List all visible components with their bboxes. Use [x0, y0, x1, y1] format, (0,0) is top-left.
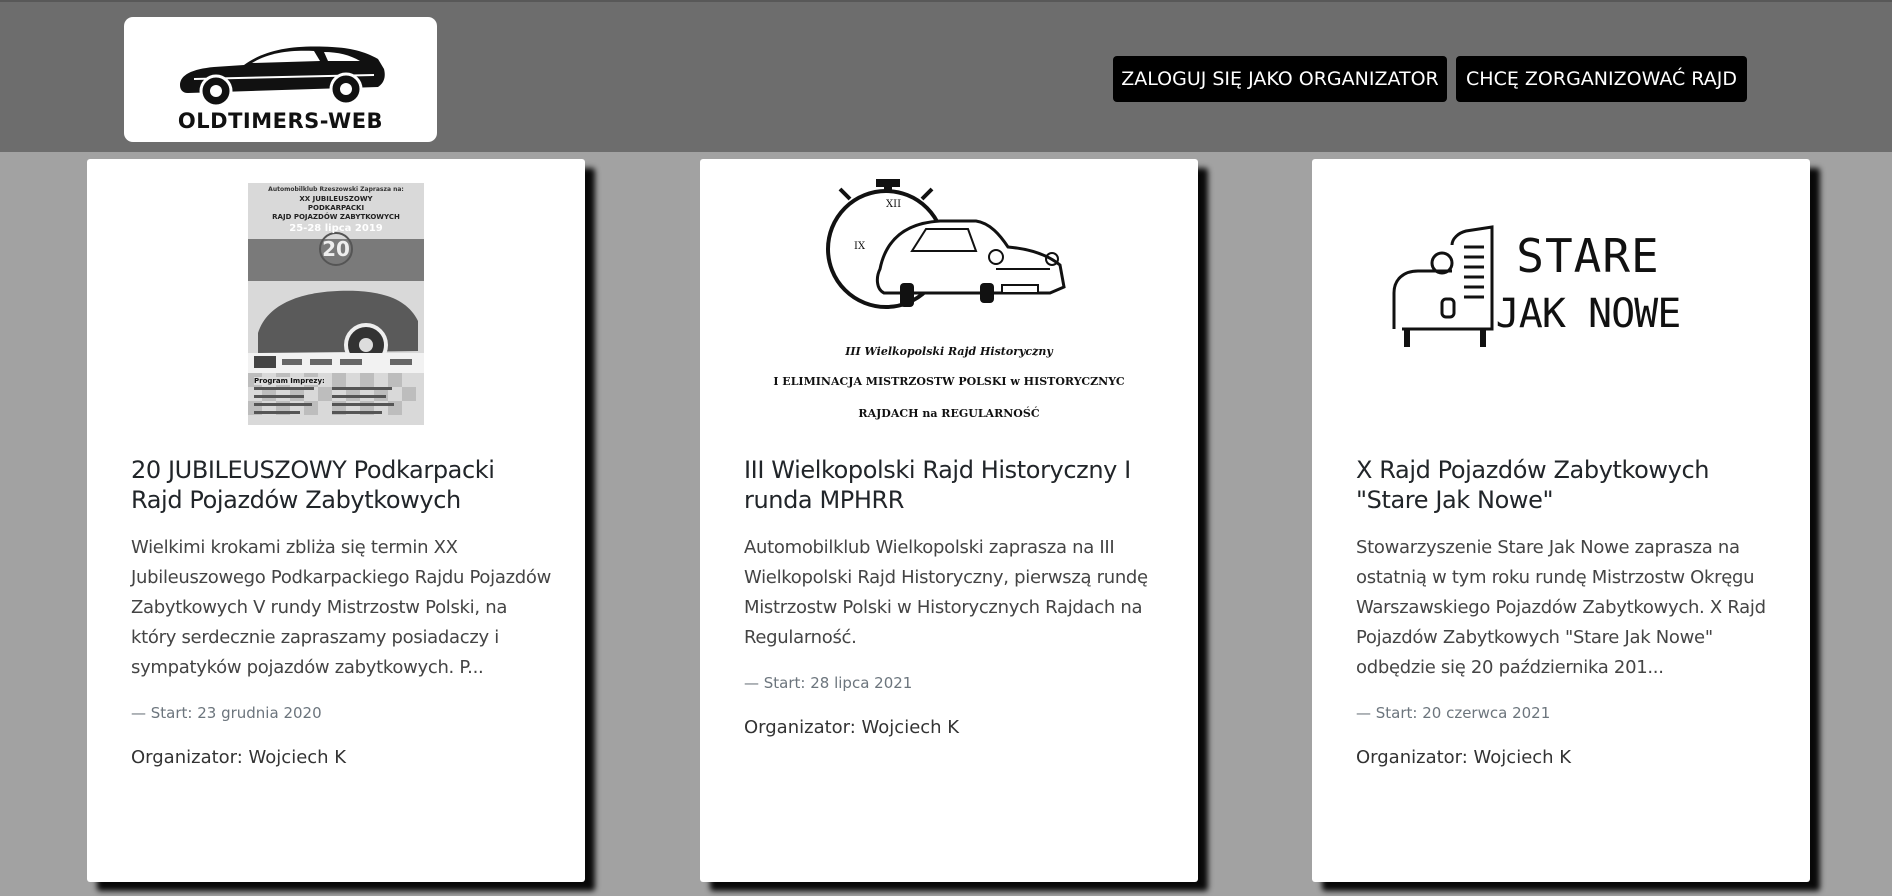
image-title: STARE — [1516, 229, 1660, 283]
card-body: 20 JUBILEUSZOWY Podkarpacki Rajd Pojazdó… — [131, 455, 551, 771]
card-start-date: — Start: 28 lipca 2021 — [744, 674, 913, 692]
card-description: Stowarzyszenie Stare Jak Nowe zaprasza n… — [1356, 537, 1766, 678]
image-title: JAK NOWE — [1495, 291, 1682, 337]
card-start-date: — Start: 23 grudnia 2020 — [131, 704, 322, 722]
rally-poster-image: Automobilklub Rzeszowski Zaprasza na: XX… — [87, 159, 585, 439]
poster-dates: 25-28 lipca 2019 — [289, 223, 383, 234]
poster-line: PODKARPACKI — [307, 204, 365, 212]
card-title[interactable]: III Wielkopolski Rajd Historyczny I rund… — [744, 455, 1164, 515]
poster-line: XX JUBILEUSZOWY — [299, 195, 373, 203]
card-organizer: Organizator: Wojciech K — [744, 717, 960, 738]
organizer-login-button[interactable]: ZALOGUJ SIĘ JAKO ORGANIZATOR — [1113, 56, 1447, 102]
poster: Automobilklub Rzeszowski Zaprasza na: XX… — [248, 183, 424, 425]
classic-car-logo-icon — [180, 46, 385, 108]
clock-numeral: IX — [854, 241, 866, 252]
poster-number: 20 — [322, 237, 350, 261]
organize-rally-button[interactable]: CHCĘ ZORGANIZOWAĆ RAJD — [1456, 56, 1747, 102]
rally-poster-image: XII IX III Wielkopolski Rajd Historyczny… — [700, 159, 1198, 439]
image-caption: I ELIMINACJA MISTRZOSTW POLSKI w HISTORY… — [773, 375, 1125, 388]
clock-numeral: XII — [886, 199, 902, 210]
poster-program: Program Imprezy: — [254, 377, 325, 385]
card-title[interactable]: X Rajd Pojazdów Zabytkowych "Stare Jak N… — [1356, 455, 1776, 515]
rally-poster-image: STARE JAK NOWE — [1312, 159, 1810, 439]
card-title[interactable]: 20 JUBILEUSZOWY Podkarpacki Rajd Pojazdó… — [131, 455, 551, 515]
rally-card[interactable]: XII IX III Wielkopolski Rajd Historyczny… — [700, 159, 1198, 882]
poster-line: RAJD POJAZDÓW ZABYTKOWYCH — [272, 213, 400, 221]
rally-card[interactable]: STARE JAK NOWE X Rajd Pojazdów Zabytkowy… — [1312, 159, 1810, 882]
card-organizer: Organizator: Wojciech K — [1356, 747, 1572, 768]
image-caption: III Wielkopolski Rajd Historyczny — [845, 345, 1053, 358]
poster-line: Automobilklub Rzeszowski Zaprasza na: — [268, 186, 404, 193]
card-description: Wielkimi krokami zbliża się termin XX Ju… — [131, 537, 551, 678]
card-organizer: Organizator: Wojciech K — [131, 747, 347, 768]
card-body: III Wielkopolski Rajd Historyczny I rund… — [744, 455, 1164, 741]
card-body: X Rajd Pojazdów Zabytkowych "Stare Jak N… — [1356, 455, 1776, 771]
stopwatch-car-icon — [826, 179, 1066, 309]
card-description: Automobilklub Wielkopolski zaprasza na I… — [744, 537, 1148, 648]
site-logo[interactable]: OLDTIMERS-WEB — [124, 17, 437, 142]
rally-card[interactable]: Automobilklub Rzeszowski Zaprasza na: XX… — [87, 159, 585, 882]
top-navbar: OLDTIMERS-WEB ZALOGUJ SIĘ JAKO ORGANIZAT… — [0, 0, 1892, 152]
image-caption: RAJDACH na REGULARNOŚĆ — [858, 407, 1040, 420]
card-start-date: — Start: 20 czerwca 2021 — [1356, 704, 1551, 722]
logo-text: OLDTIMERS-WEB — [177, 109, 384, 133]
